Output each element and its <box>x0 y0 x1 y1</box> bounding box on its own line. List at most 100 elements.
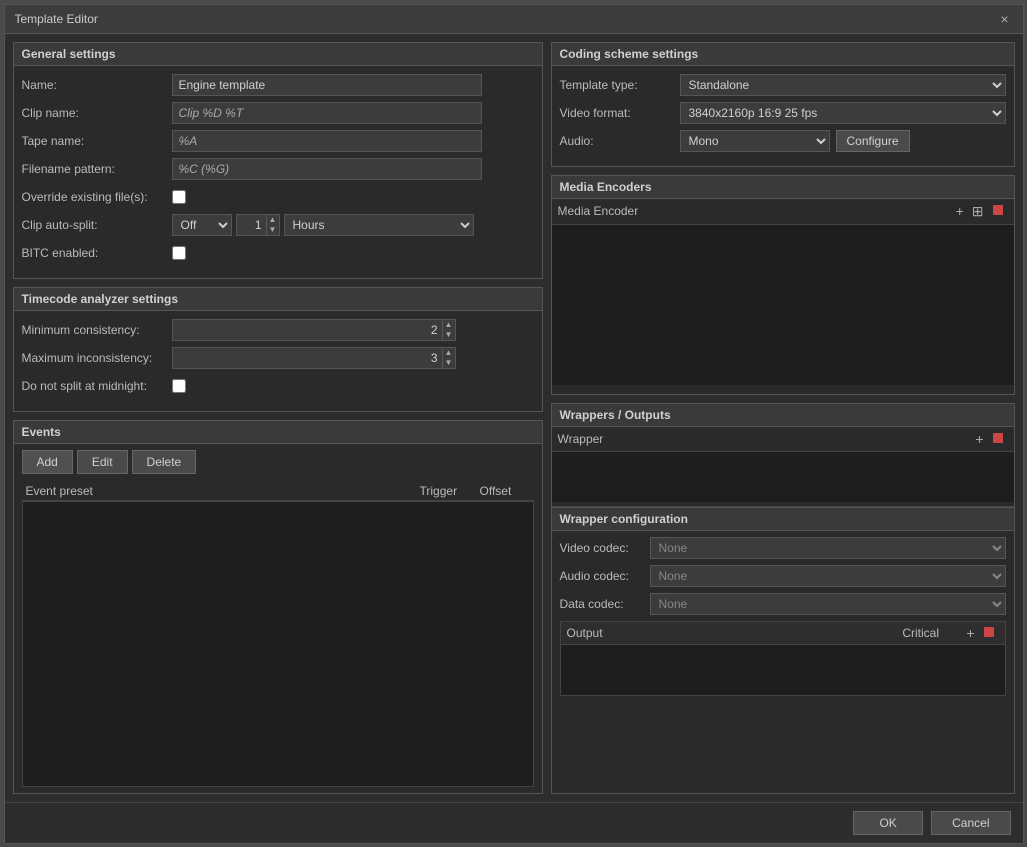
clip-autosplit-value-input[interactable] <box>236 214 266 236</box>
wrappers-outputs-section: Wrappers / Outputs Wrapper + <box>551 403 1015 794</box>
timecode-settings-header: Timecode analyzer settings <box>14 288 542 311</box>
title-bar: Template Editor × <box>5 5 1023 34</box>
dialog-title: Template Editor <box>15 12 98 26</box>
clip-name-row: Clip name: <box>22 102 534 124</box>
add-event-button[interactable]: Add <box>22 450 73 474</box>
no-split-midnight-row: Do not split at midnight: <box>22 375 534 397</box>
clip-autosplit-spinbox: ▲ ▼ <box>236 214 280 236</box>
cancel-button[interactable]: Cancel <box>931 811 1010 835</box>
bitc-row: BITC enabled: <box>22 242 534 264</box>
no-split-midnight-label: Do not split at midnight: <box>22 379 172 393</box>
min-consistency-up[interactable]: ▲ <box>443 320 455 330</box>
clip-autosplit-select[interactable]: Off <box>172 214 232 236</box>
clip-name-input[interactable] <box>172 102 482 124</box>
filename-pattern-row: Filename pattern: <box>22 158 534 180</box>
min-consistency-down[interactable]: ▼ <box>443 330 455 340</box>
wrapper-top: Wrapper + <box>552 427 1014 507</box>
events-header: Events <box>14 421 542 444</box>
tape-name-row: Tape name: <box>22 130 534 152</box>
data-codec-label: Data codec: <box>560 597 650 611</box>
max-inconsistency-spinbox: ▲ ▼ <box>172 347 456 369</box>
max-inconsistency-down[interactable]: ▼ <box>443 358 455 368</box>
data-codec-row: Data codec: None <box>560 593 1006 615</box>
wrapper-config: Wrapper configuration Video codec: None … <box>552 507 1014 793</box>
video-format-select[interactable]: 3840x2160p 16:9 25 fps <box>680 102 1006 124</box>
encoder-table-body <box>552 225 1014 385</box>
no-split-midnight-checkbox[interactable] <box>172 379 186 393</box>
dialog-footer: OK Cancel <box>5 802 1023 843</box>
tape-name-label: Tape name: <box>22 134 172 148</box>
override-label: Override existing file(s): <box>22 190 172 204</box>
general-settings-section: General settings Name: Clip name: Tape n… <box>13 42 543 279</box>
events-table-header: Event preset Trigger Offset <box>22 482 534 501</box>
output-delete-button[interactable] <box>979 625 999 641</box>
wrappers-outputs-content: Wrapper + Wrapper configuration <box>552 427 1014 793</box>
clip-autosplit-label: Clip auto-split: <box>22 218 172 232</box>
general-settings-content: Name: Clip name: Tape name: Filename pat… <box>14 66 542 278</box>
wrapper-config-content: Video codec: None Audio codec: None <box>552 531 1014 702</box>
events-content: Add Edit Delete Event preset Trigger Off… <box>14 444 542 793</box>
spinbox-up-arrow[interactable]: ▲ <box>267 215 279 225</box>
output-table-body <box>561 645 1005 695</box>
override-checkbox[interactable] <box>172 190 186 204</box>
media-encoders-content: Media Encoder + ⊞ <box>552 199 1014 394</box>
max-inconsistency-up[interactable]: ▲ <box>443 348 455 358</box>
encoder-stack-button[interactable]: ⊞ <box>968 203 988 220</box>
encoder-delete-button[interactable] <box>988 203 1008 219</box>
min-consistency-input[interactable] <box>172 319 442 341</box>
max-inconsistency-input[interactable] <box>172 347 442 369</box>
events-col-offset: Offset <box>480 484 530 498</box>
general-settings-header: General settings <box>14 43 542 66</box>
events-col-trigger: Trigger <box>420 484 480 498</box>
encoder-col-name: Media Encoder <box>558 204 952 218</box>
video-format-row: Video format: 3840x2160p 16:9 25 fps <box>560 102 1006 124</box>
clip-autosplit-arrows: ▲ ▼ <box>266 214 280 236</box>
min-consistency-label: Minimum consistency: <box>22 323 172 337</box>
encoder-table-header: Media Encoder + ⊞ <box>552 199 1014 225</box>
media-encoders-header: Media Encoders <box>552 176 1014 199</box>
output-header-row: Output Critical + <box>561 622 1005 645</box>
events-col-preset: Event preset <box>26 484 420 498</box>
template-type-label: Template type: <box>560 78 680 92</box>
max-inconsistency-row: Maximum inconsistency: ▲ ▼ <box>22 347 534 369</box>
output-col-name: Output <box>567 626 903 640</box>
filename-pattern-label: Filename pattern: <box>22 162 172 176</box>
left-panel: General settings Name: Clip name: Tape n… <box>13 42 543 794</box>
audio-row: Audio: Mono Configure <box>560 130 1006 152</box>
coding-scheme-section: Coding scheme settings Template type: St… <box>551 42 1015 167</box>
close-button[interactable]: × <box>996 11 1012 27</box>
ok-button[interactable]: OK <box>853 811 923 835</box>
encoder-add-button[interactable]: + <box>952 203 968 219</box>
spinbox-down-arrow[interactable]: ▼ <box>267 225 279 235</box>
wrapper-config-header: Wrapper configuration <box>552 508 1014 531</box>
delete-event-button[interactable]: Delete <box>132 450 197 474</box>
edit-event-button[interactable]: Edit <box>77 450 128 474</box>
wrappers-outputs-header: Wrappers / Outputs <box>552 404 1014 427</box>
video-format-label: Video format: <box>560 106 680 120</box>
min-consistency-spinbox: ▲ ▼ <box>172 319 456 341</box>
wrapper-add-button[interactable]: + <box>971 431 987 447</box>
clip-autosplit-unit-select[interactable]: Hours <box>284 214 474 236</box>
media-encoders-section: Media Encoders Media Encoder + ⊞ <box>551 175 1015 395</box>
data-codec-select[interactable]: None <box>650 593 1006 615</box>
wrapper-delete-button[interactable] <box>988 431 1008 447</box>
tape-name-input[interactable] <box>172 130 482 152</box>
bitc-checkbox[interactable] <box>172 246 186 260</box>
output-col-critical: Critical <box>902 626 962 640</box>
audio-codec-select[interactable]: None <box>650 565 1006 587</box>
timecode-settings-content: Minimum consistency: ▲ ▼ Maximum inconsi… <box>14 311 542 411</box>
filename-pattern-input[interactable] <box>172 158 482 180</box>
audio-label: Audio: <box>560 134 680 148</box>
min-consistency-row: Minimum consistency: ▲ ▼ <box>22 319 534 341</box>
override-row: Override existing file(s): <box>22 186 534 208</box>
output-add-button[interactable]: + <box>962 625 978 641</box>
max-inconsistency-arrows: ▲ ▼ <box>442 347 456 369</box>
clip-name-label: Clip name: <box>22 106 172 120</box>
name-input[interactable] <box>172 74 482 96</box>
video-codec-select[interactable]: None <box>650 537 1006 559</box>
template-type-select[interactable]: Standalone <box>680 74 1006 96</box>
configure-button[interactable]: Configure <box>836 130 910 152</box>
name-label: Name: <box>22 78 172 92</box>
template-type-row: Template type: Standalone <box>560 74 1006 96</box>
audio-select[interactable]: Mono <box>680 130 830 152</box>
